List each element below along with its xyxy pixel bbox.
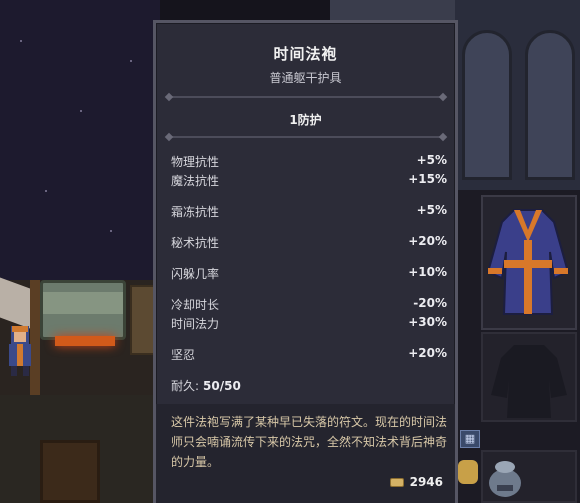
game-world: [0, 0, 160, 503]
stat-name: 时间法力: [171, 317, 220, 331]
item-tooltip: 时间法袍 普通躯干护具 1防护 物理抗性 +5% 魔法抗性 +15% 霜冻抗性 …: [153, 20, 458, 503]
divider: [164, 92, 448, 102]
stat-value: +15%: [408, 172, 447, 186]
stat-row-dodge-chance: 闪躲几率 +10%: [171, 265, 447, 281]
forge-fire: [55, 336, 115, 346]
durability: 耐久: 50/50: [171, 377, 241, 394]
star: [20, 40, 22, 42]
stat-value: +5%: [416, 153, 447, 167]
star: [130, 60, 132, 62]
stat-name: 冷却时长: [171, 298, 220, 312]
item-description: 这件法袍写满了某种早已失落的符文。现在的时间法师只会喃诵流传下来的法咒，全然不知…: [171, 415, 448, 469]
stat-name: 闪躲几率: [171, 267, 220, 281]
stat-row-chronomancy-power: 时间法力 +30%: [171, 315, 447, 331]
star: [45, 190, 47, 192]
star: [80, 110, 82, 112]
stat-row-physical-resistance: 物理抗性 +5%: [171, 153, 447, 169]
gold-coins-icon: [389, 478, 404, 487]
stat-name: 秘术抗性: [171, 236, 220, 250]
gothic-arch: [462, 30, 512, 180]
stat-row-arcane-resistance: 秘术抗性 +20%: [171, 234, 447, 250]
durability-value: 50/50: [203, 379, 241, 393]
stat-value: +20%: [408, 234, 447, 248]
stat-name: 坚忍: [171, 348, 196, 362]
stat-value: +5%: [416, 203, 447, 217]
stat-value: +30%: [408, 315, 447, 329]
price-value: 2946: [409, 475, 443, 489]
workbench-lid: [43, 292, 123, 314]
durability-label: 耐久:: [171, 379, 200, 393]
npc-character[interactable]: [3, 322, 37, 378]
stat-value: -20%: [413, 296, 447, 310]
gold-item-icon[interactable]: [458, 460, 478, 484]
stat-name: 魔法抗性: [171, 174, 220, 188]
grid-icon[interactable]: ▦: [460, 430, 480, 448]
star: [110, 230, 112, 232]
stat-row-fortitude: 坚忍 +20%: [171, 346, 447, 362]
stat-name: 物理抗性: [171, 155, 220, 169]
time-robe-icon[interactable]: [484, 202, 572, 322]
robe-silhouette-icon: [491, 345, 567, 418]
item-price: 2946: [389, 475, 443, 493]
stat-row-frost-resistance: 霜冻抗性 +5%: [171, 203, 447, 219]
stat-name: 霜冻抗性: [171, 205, 220, 219]
stat-row-cooldown-duration: 冷却时长 -20%: [171, 296, 447, 312]
bag-icon[interactable]: [485, 455, 525, 499]
gothic-arch: [525, 30, 575, 180]
item-title: 时间法袍: [273, 45, 338, 63]
stat-value: +10%: [408, 265, 447, 279]
wooden-door[interactable]: [40, 440, 100, 503]
stat-row-magic-resistance: 魔法抗性 +15%: [171, 172, 447, 188]
divider: [164, 132, 448, 142]
defense-value: 1防护: [289, 113, 322, 127]
stat-value: +20%: [408, 346, 447, 360]
item-type: 普通躯干护具: [269, 71, 342, 85]
